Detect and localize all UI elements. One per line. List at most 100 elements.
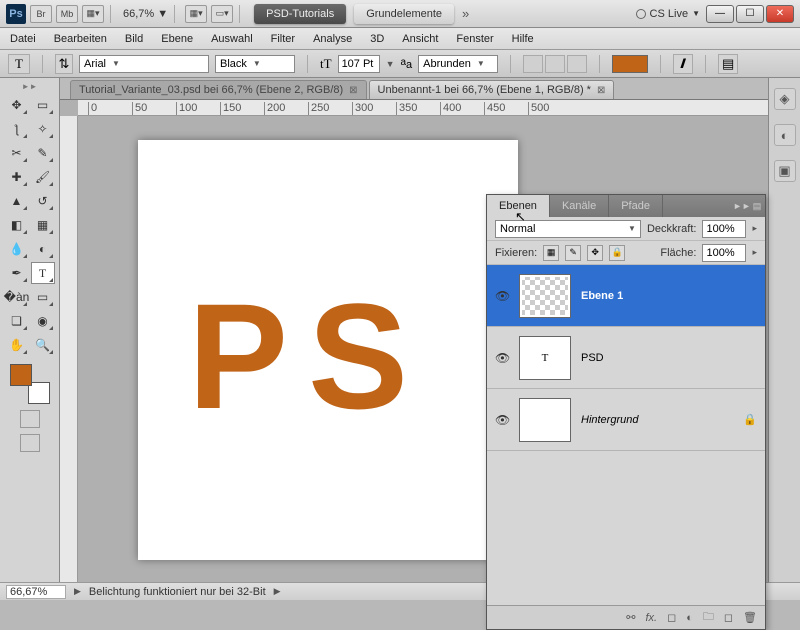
visibility-icon[interactable]: 👁 xyxy=(495,351,509,365)
menu-bild[interactable]: Bild xyxy=(125,33,143,45)
status-chevron-icon[interactable]: ▶ xyxy=(74,586,81,597)
screen-mode-button[interactable]: ▭▾ xyxy=(211,5,233,23)
styles-dock-icon[interactable]: ▣ xyxy=(774,160,796,182)
brush-tool[interactable]: 🖌 xyxy=(31,166,55,188)
lasso-tool[interactable]: ƪ xyxy=(5,118,29,140)
toolbox-grip[interactable]: ►► xyxy=(5,82,55,90)
visibility-icon[interactable]: 👁 xyxy=(495,289,509,303)
status-chevron-icon[interactable]: ▶ xyxy=(274,586,281,597)
layer-name[interactable]: Ebene 1 xyxy=(581,290,757,302)
zoom-tool[interactable]: 🔍 xyxy=(31,334,55,356)
dodge-tool[interactable]: ◐ xyxy=(31,238,55,260)
tool-preset-button[interactable]: T xyxy=(8,54,30,74)
menu-ebene[interactable]: Ebene xyxy=(161,33,193,45)
menu-3d[interactable]: 3D xyxy=(370,33,384,45)
zoom-select[interactable]: 66,7% ▼ xyxy=(123,8,168,20)
layer-name[interactable]: PSD xyxy=(581,352,757,364)
layer-row[interactable]: 👁 ↖ Ebene 1 xyxy=(487,265,765,327)
gradient-tool[interactable]: ▦ xyxy=(31,214,55,236)
lock-transparency-button[interactable]: ▦ xyxy=(543,245,559,261)
3d-tool[interactable]: ❏ xyxy=(5,310,29,332)
minimize-button[interactable]: — xyxy=(706,5,734,23)
menu-auswahl[interactable]: Auswahl xyxy=(211,33,253,45)
layer-thumbnail[interactable]: T xyxy=(519,336,571,380)
font-family-select[interactable]: Arial▼ xyxy=(79,55,209,73)
opacity-field[interactable]: 100% xyxy=(702,220,746,238)
foreground-background-colors[interactable] xyxy=(10,364,50,404)
blur-tool[interactable]: 💧 xyxy=(5,238,29,260)
maximize-button[interactable]: ☐ xyxy=(736,5,764,23)
layer-style-button[interactable]: fx. xyxy=(645,612,657,624)
document-tab-active[interactable]: Unbenannt-1 bei 66,7% (Ebene 1, RGB/8) *… xyxy=(369,80,615,99)
crop-tool[interactable]: ✂ xyxy=(5,142,29,164)
canvas[interactable]: PS xyxy=(138,140,518,560)
workspace-tab-secondary[interactable]: Grundelemente xyxy=(354,4,454,24)
menu-filter[interactable]: Filter xyxy=(271,33,295,45)
layer-name[interactable]: Hintergrund xyxy=(581,414,733,426)
menu-analyse[interactable]: Analyse xyxy=(313,33,352,45)
layer-group-button[interactable]: 🗀 xyxy=(703,608,714,627)
tab-ebenen[interactable]: Ebenen xyxy=(487,195,550,217)
menu-bearbeiten[interactable]: Bearbeiten xyxy=(54,33,107,45)
character-panel-button[interactable]: ▤ xyxy=(718,54,738,74)
text-orientation-button[interactable]: ⇅ xyxy=(55,54,73,74)
screen-mode-toggle[interactable] xyxy=(20,434,40,452)
eyedropper-tool[interactable]: ✎ xyxy=(31,142,55,164)
foreground-color[interactable] xyxy=(10,364,32,386)
history-brush-tool[interactable]: ↺ xyxy=(31,190,55,212)
font-style-select[interactable]: Black▼ xyxy=(215,55,295,73)
tab-kanaele[interactable]: Kanäle xyxy=(550,195,609,217)
move-tool[interactable]: ✥ xyxy=(5,94,29,116)
tab-pfade[interactable]: Pfade xyxy=(609,195,663,217)
arrange-docs-button[interactable]: ▦▾ xyxy=(185,5,207,23)
shape-tool[interactable]: ▭ xyxy=(31,286,55,308)
menu-fenster[interactable]: Fenster xyxy=(456,33,493,45)
layers-dock-icon[interactable]: ◈ xyxy=(774,88,796,110)
adjustment-layer-button[interactable]: ◐ xyxy=(686,612,693,624)
close-tab-icon[interactable]: ⊠ xyxy=(349,85,357,96)
close-button[interactable]: ✕ xyxy=(766,5,794,23)
layer-thumbnail[interactable]: ↖ xyxy=(519,274,571,318)
menu-datei[interactable]: Datei xyxy=(10,33,36,45)
close-tab-icon[interactable]: ⊠ xyxy=(597,85,605,96)
minibridge-button[interactable]: Mb xyxy=(56,5,78,23)
workspace-tab-primary[interactable]: PSD-Tutorials xyxy=(254,4,346,24)
menu-hilfe[interactable]: Hilfe xyxy=(512,33,534,45)
quick-mask-toggle[interactable] xyxy=(20,410,40,428)
antialias-select[interactable]: Abrunden▼ xyxy=(418,55,498,73)
text-color-chip[interactable] xyxy=(612,55,648,73)
blend-mode-select[interactable]: Normal▼ xyxy=(495,220,641,238)
layer-row[interactable]: 👁 Hintergrund 🔒 xyxy=(487,389,765,451)
layer-mask-button[interactable]: ◻ xyxy=(667,611,676,624)
collapse-icon[interactable]: ►► xyxy=(733,201,749,211)
link-layers-button[interactable]: ⚯ xyxy=(626,611,635,624)
path-select-tool[interactable]: �àn xyxy=(5,286,29,308)
document-tab[interactable]: Tutorial_Variante_03.psd bei 66,7% (Eben… xyxy=(70,80,367,99)
bridge-button[interactable]: Br xyxy=(30,5,52,23)
visibility-icon[interactable]: 👁 xyxy=(495,413,509,427)
panel-menu-icon[interactable]: ▤ xyxy=(749,201,765,212)
new-layer-button[interactable]: ◻ xyxy=(724,611,733,624)
magic-wand-tool[interactable]: ✧ xyxy=(31,118,55,140)
delete-layer-button[interactable]: 🗑 xyxy=(743,611,757,624)
marquee-tool[interactable]: ▭ xyxy=(31,94,55,116)
pen-tool[interactable]: ✒ xyxy=(5,262,29,284)
workspace-more-icon[interactable]: » xyxy=(462,6,469,21)
healing-tool[interactable]: ✚ xyxy=(5,166,29,188)
view-extras-button[interactable]: ▦▾ xyxy=(82,5,104,23)
lock-position-button[interactable]: ✥ xyxy=(587,245,603,261)
zoom-field[interactable]: 66,67% xyxy=(6,585,66,599)
cs-live-button[interactable]: CS Live▼ xyxy=(636,8,700,20)
3d-camera-tool[interactable]: ◉ xyxy=(31,310,55,332)
lock-all-button[interactable]: 🔒 xyxy=(609,245,625,261)
lock-pixels-button[interactable]: ✎ xyxy=(565,245,581,261)
hand-tool[interactable]: ✋ xyxy=(5,334,29,356)
stamp-tool[interactable]: ▲ xyxy=(5,190,29,212)
type-tool[interactable]: T xyxy=(31,262,55,284)
eraser-tool[interactable]: ◧ xyxy=(5,214,29,236)
layer-row[interactable]: 👁 T PSD xyxy=(487,327,765,389)
layer-thumbnail[interactable] xyxy=(519,398,571,442)
fill-field[interactable]: 100% xyxy=(702,244,746,262)
warp-text-button[interactable]: 🙼 xyxy=(673,54,693,74)
font-size-field[interactable]: 107 Pt xyxy=(338,55,380,73)
